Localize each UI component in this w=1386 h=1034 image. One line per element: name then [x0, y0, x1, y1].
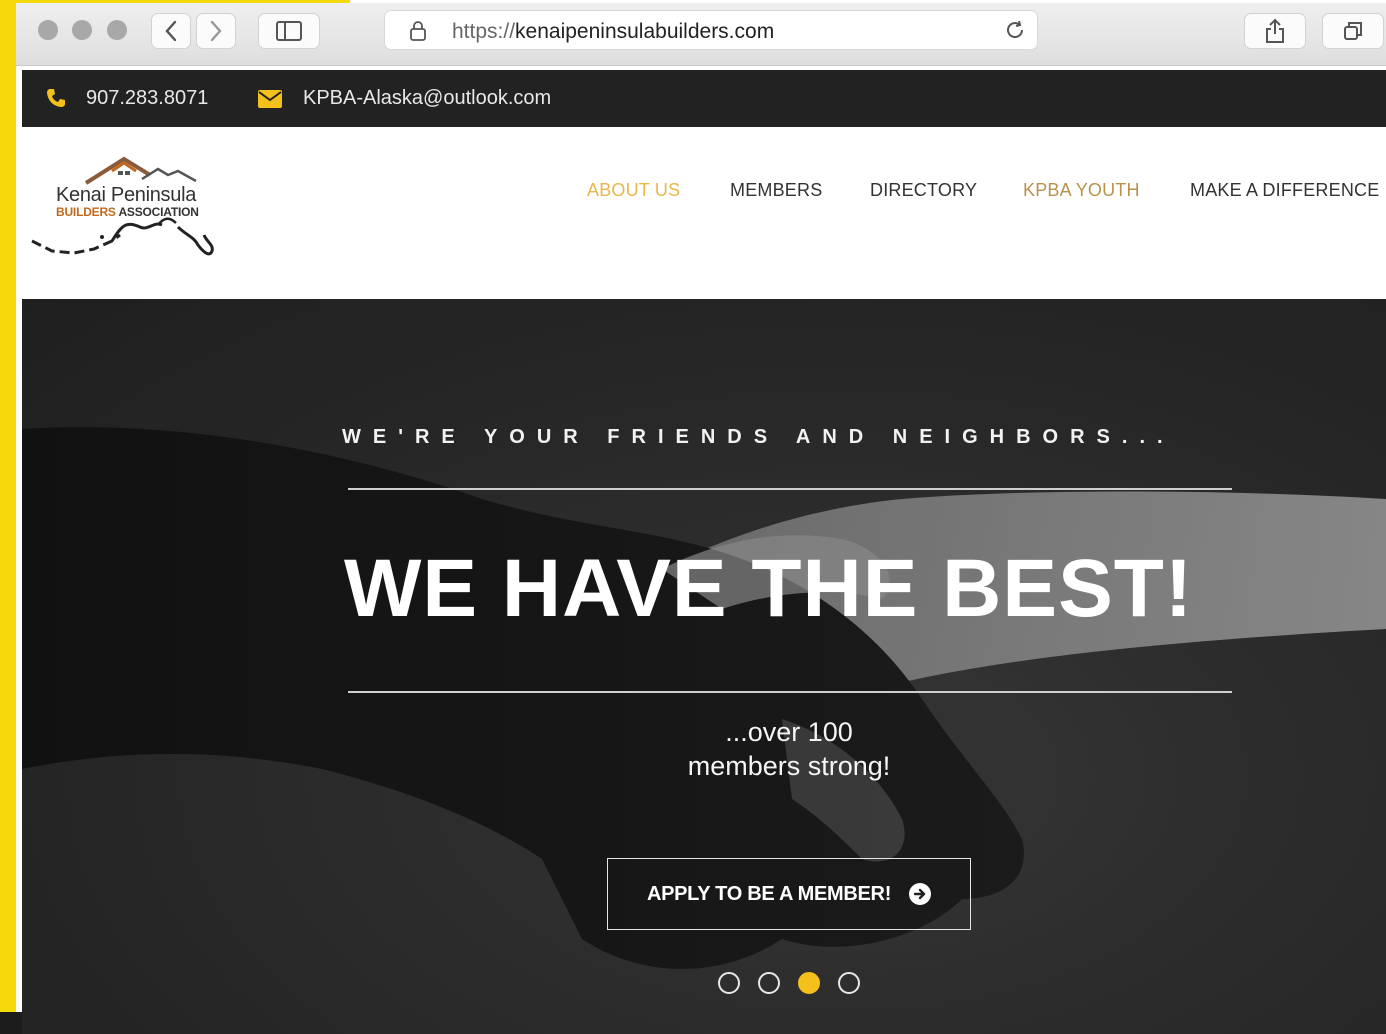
slider-dot[interactable] [718, 972, 740, 994]
apply-member-button[interactable]: APPLY TO BE A MEMBER! [607, 858, 971, 930]
forward-button[interactable] [196, 13, 236, 49]
hero-tagline: WE'RE YOUR FRIENDS AND NEIGHBORS... [342, 426, 1175, 448]
lock-icon [410, 21, 426, 41]
reload-icon[interactable] [1003, 18, 1027, 42]
site-header: Kenai Peninsula BUILDERS ASSOCIATION ABO… [22, 127, 1386, 299]
close-window-button[interactable] [38, 20, 58, 40]
minimize-window-button[interactable] [72, 20, 92, 40]
url-domain: kenaipeninsulabuilders.com [515, 20, 775, 43]
tabs-icon [1344, 22, 1362, 40]
phone-icon [47, 89, 65, 107]
chevron-right-icon [210, 20, 222, 42]
nav-members[interactable]: MEMBERS [730, 180, 822, 201]
sidebar-icon [276, 21, 302, 41]
slider-dot[interactable] [838, 972, 860, 994]
back-button[interactable] [151, 13, 191, 49]
tabs-button[interactable] [1322, 13, 1384, 49]
nav-make-a-difference[interactable]: MAKE A DIFFERENCE [1190, 180, 1379, 201]
logo-subname: BUILDERS ASSOCIATION [56, 205, 199, 219]
divider [348, 691, 1232, 693]
share-button[interactable] [1244, 13, 1306, 49]
slider-dot[interactable] [758, 972, 780, 994]
hero-subtext-line2: members strong! [687, 751, 891, 781]
zoom-window-button[interactable] [107, 20, 127, 40]
nav-directory[interactable]: DIRECTORY [870, 180, 977, 201]
chevron-left-icon [165, 20, 177, 42]
phone-link[interactable]: 907.283.8071 [86, 87, 208, 110]
logo-name: Kenai Peninsula [56, 184, 197, 206]
nav-about-us[interactable]: ABOUT US [587, 180, 680, 201]
hero-subtext-line1: ...over 100 [725, 717, 853, 747]
sidebar-button[interactable] [258, 13, 320, 49]
contact-bar: 907.283.8071 KPBA-Alaska@outlook.com [22, 70, 1386, 127]
logo-builders: BUILDERS [56, 205, 116, 219]
hero-slider: WE'RE YOUR FRIENDS AND NEIGHBORS... WE H… [22, 299, 1386, 1034]
envelope-icon [258, 90, 282, 108]
arrow-right-circle-icon [909, 883, 932, 905]
apply-member-label: APPLY TO BE A MEMBER! [646, 882, 892, 905]
logo-association: ASSOCIATION [118, 205, 199, 219]
hero-headline: WE HAVE THE BEST! [344, 543, 1194, 634]
email-link[interactable]: KPBA-Alaska@outlook.com [303, 87, 551, 110]
address-bar[interactable]: https://kenaipeninsulabuilders.com [384, 10, 1038, 50]
divider [348, 488, 1232, 490]
slider-dot-active[interactable] [798, 972, 820, 994]
url-protocol: https:// [452, 20, 516, 43]
url-text: https://kenaipeninsulabuilders.com [452, 20, 774, 44]
share-icon [1266, 18, 1284, 43]
frame-edge [0, 0, 16, 1034]
nav-kpba-youth[interactable]: KPBA YOUTH [1023, 180, 1140, 201]
frame-corner [0, 1012, 22, 1034]
browser-toolbar: https://kenaipeninsulabuilders.com [16, 3, 1386, 66]
